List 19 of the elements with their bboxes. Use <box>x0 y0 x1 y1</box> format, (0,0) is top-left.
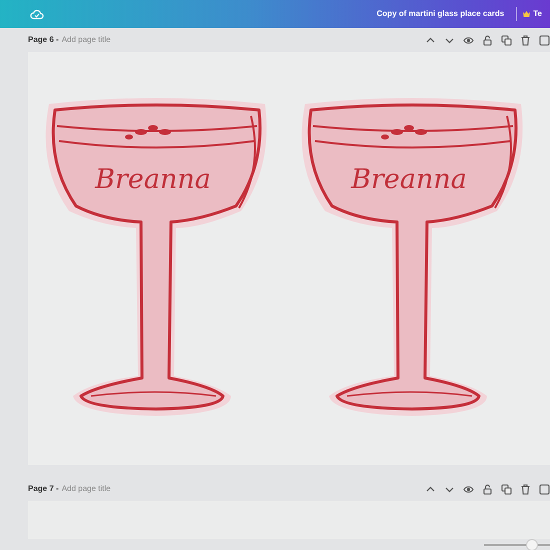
page-label: Page 6 - <box>28 34 59 46</box>
eye-icon[interactable] <box>463 34 474 46</box>
page-title-field[interactable]: Add page title <box>58 34 111 46</box>
cloud-sync-icon[interactable] <box>30 8 44 20</box>
upgrade-button[interactable]: Te <box>517 8 542 20</box>
place-card-name: Breanna <box>351 164 467 195</box>
lock-icon[interactable] <box>482 34 493 46</box>
duplicate-icon[interactable] <box>501 484 512 494</box>
document-title: Copy of martini glass place cards <box>376 8 504 20</box>
slider-thumb[interactable] <box>526 539 538 550</box>
eye-icon[interactable] <box>463 484 474 494</box>
duplicate-icon[interactable] <box>501 34 512 46</box>
page-title-field[interactable]: Add page title <box>58 483 111 495</box>
page-label: Page 7 - <box>28 483 59 495</box>
delete-icon[interactable] <box>520 484 531 494</box>
delete-icon[interactable] <box>520 34 531 46</box>
lock-icon[interactable] <box>482 484 493 494</box>
crown-icon <box>523 11 530 17</box>
place-card-name: Breanna <box>95 164 211 195</box>
